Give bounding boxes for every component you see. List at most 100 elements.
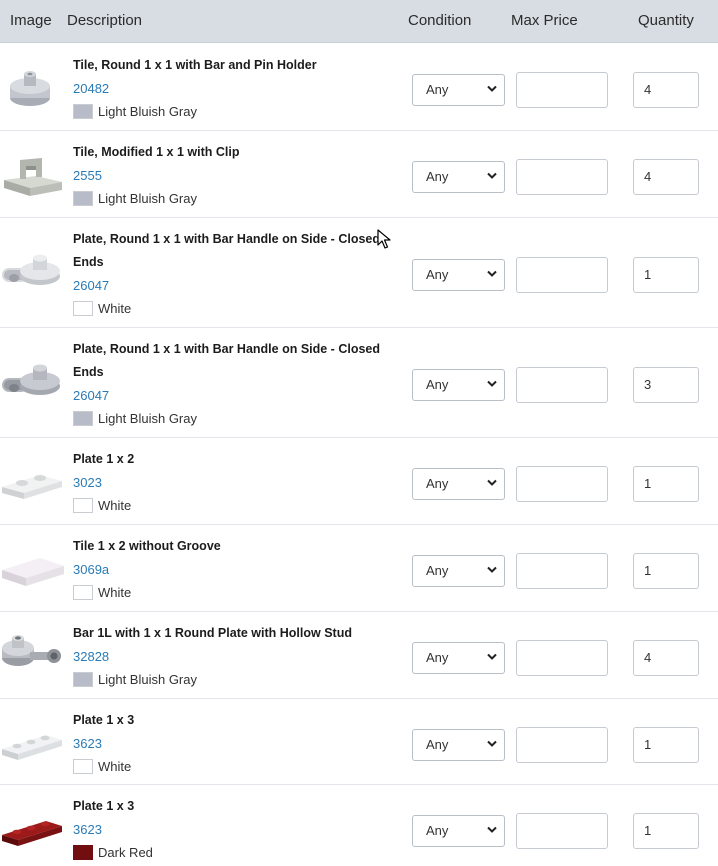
part-image (0, 799, 64, 859)
max-price-input[interactable] (516, 367, 608, 403)
part-number-link[interactable]: 2555 (73, 164, 391, 187)
part-name: Bar 1L with 1 x 1 Round Plate with Hollo… (73, 626, 352, 640)
part-description: Tile, Round 1 x 1 with Bar and Pin Holde… (73, 54, 391, 123)
table-row: Tile, Round 1 x 1 with Bar and Pin Holde… (0, 44, 718, 131)
chevron-down-icon (487, 479, 497, 486)
color-swatch (73, 845, 93, 860)
quantity-input[interactable]: 1 (633, 553, 699, 589)
condition-value: Any (426, 82, 449, 97)
chevron-down-icon (487, 172, 497, 179)
color-swatch (73, 411, 93, 426)
part-color: Light Bluish Gray (73, 187, 391, 210)
table-row: Plate 1 x 3 3623 Dark Red Any 1 (0, 785, 718, 866)
max-price-input[interactable] (516, 640, 608, 676)
condition-select[interactable]: Any (412, 369, 505, 401)
max-price-input[interactable] (516, 466, 608, 502)
table-row: Tile 1 x 2 without Groove 3069a White An… (0, 525, 718, 612)
max-price-input[interactable] (516, 72, 608, 108)
part-color: Light Bluish Gray (73, 407, 391, 430)
condition-value: Any (426, 169, 449, 184)
tile-1x2-icon (2, 558, 64, 586)
color-name: Light Bluish Gray (98, 104, 197, 119)
tile-with-clip-icon (4, 158, 62, 196)
max-price-input[interactable] (516, 553, 608, 589)
color-name: Light Bluish Gray (98, 672, 197, 687)
part-color: Light Bluish Gray (73, 668, 391, 691)
part-color: White (73, 297, 391, 320)
table-row: Tile, Modified 1 x 1 with Clip 2555 Ligh… (0, 131, 718, 218)
color-swatch (73, 301, 93, 316)
condition-select[interactable]: Any (412, 468, 505, 500)
part-color: Dark Red (73, 841, 391, 864)
part-image (0, 453, 64, 513)
quantity-input[interactable]: 4 (633, 72, 699, 108)
part-description: Plate, Round 1 x 1 with Bar Handle on Si… (73, 228, 391, 320)
part-number-link[interactable]: 20482 (73, 77, 391, 100)
chevron-down-icon (487, 270, 497, 277)
part-description: Plate 1 x 3 3623 White (73, 709, 391, 778)
condition-value: Any (426, 563, 449, 578)
part-image (0, 244, 64, 304)
part-name: Plate 1 x 3 (73, 799, 135, 813)
part-number-link[interactable]: 32828 (73, 645, 391, 668)
condition-select[interactable]: Any (412, 259, 505, 291)
condition-select[interactable]: Any (412, 642, 505, 674)
part-color: White (73, 581, 391, 604)
condition-select[interactable]: Any (412, 555, 505, 587)
part-number-link[interactable]: 3623 (73, 818, 391, 841)
color-name: White (98, 498, 132, 513)
round-plate-bar-handle-icon (2, 364, 60, 395)
chevron-down-icon (487, 826, 497, 833)
bar-round-plate-hollow-stud-icon (2, 635, 61, 666)
color-name: Dark Red (98, 845, 153, 860)
condition-select[interactable]: Any (412, 815, 505, 847)
quantity-input[interactable]: 4 (633, 159, 699, 195)
part-description: Tile, Modified 1 x 1 with Clip 2555 Ligh… (73, 141, 391, 210)
part-image (0, 626, 64, 686)
part-name: Plate, Round 1 x 1 with Bar Handle on Si… (73, 342, 380, 379)
table-header: Image Description Condition Max Price Qu… (0, 0, 718, 43)
max-price-input[interactable] (516, 727, 608, 763)
plate-1x3-icon (2, 821, 62, 846)
part-name: Tile, Round 1 x 1 with Bar and Pin Holde… (73, 58, 317, 72)
table-row: Plate 1 x 2 3023 White Any 1 (0, 438, 718, 525)
condition-select[interactable]: Any (412, 729, 505, 761)
color-swatch (73, 191, 93, 206)
part-image (0, 713, 64, 773)
condition-value: Any (426, 650, 449, 665)
part-number-link[interactable]: 26047 (73, 384, 391, 407)
plate-1x3-icon (2, 735, 62, 760)
round-plate-bar-handle-icon (2, 254, 60, 285)
part-name: Plate 1 x 2 (73, 452, 135, 466)
max-price-input[interactable] (516, 159, 608, 195)
part-description: Plate 1 x 2 3023 White (73, 448, 391, 517)
column-header-max-price: Max Price (511, 12, 578, 29)
mouse-pointer-icon (377, 229, 391, 249)
table-row: Plate, Round 1 x 1 with Bar Handle on Si… (0, 218, 718, 328)
quantity-input[interactable]: 1 (633, 466, 699, 502)
max-price-input[interactable] (516, 257, 608, 293)
column-header-image: Image (10, 12, 52, 29)
quantity-input[interactable]: 1 (633, 727, 699, 763)
quantity-input[interactable]: 1 (633, 813, 699, 849)
max-price-input[interactable] (516, 813, 608, 849)
chevron-down-icon (487, 566, 497, 573)
part-color: White (73, 494, 391, 517)
quantity-input[interactable]: 4 (633, 640, 699, 676)
color-name: White (98, 759, 132, 774)
part-description: Plate, Round 1 x 1 with Bar Handle on Si… (73, 338, 391, 430)
part-image (0, 354, 64, 414)
quantity-input[interactable]: 1 (633, 257, 699, 293)
table-row: Bar 1L with 1 x 1 Round Plate with Hollo… (0, 612, 718, 699)
part-number-link[interactable]: 3023 (73, 471, 391, 494)
color-name: White (98, 585, 132, 600)
part-number-link[interactable]: 3069a (73, 558, 391, 581)
part-number-link[interactable]: 3623 (73, 732, 391, 755)
table-row: Plate, Round 1 x 1 with Bar Handle on Si… (0, 328, 718, 438)
column-header-condition: Condition (408, 12, 472, 29)
condition-value: Any (426, 267, 449, 282)
condition-select[interactable]: Any (412, 161, 505, 193)
condition-select[interactable]: Any (412, 74, 505, 106)
part-number-link[interactable]: 26047 (73, 274, 391, 297)
quantity-input[interactable]: 3 (633, 367, 699, 403)
